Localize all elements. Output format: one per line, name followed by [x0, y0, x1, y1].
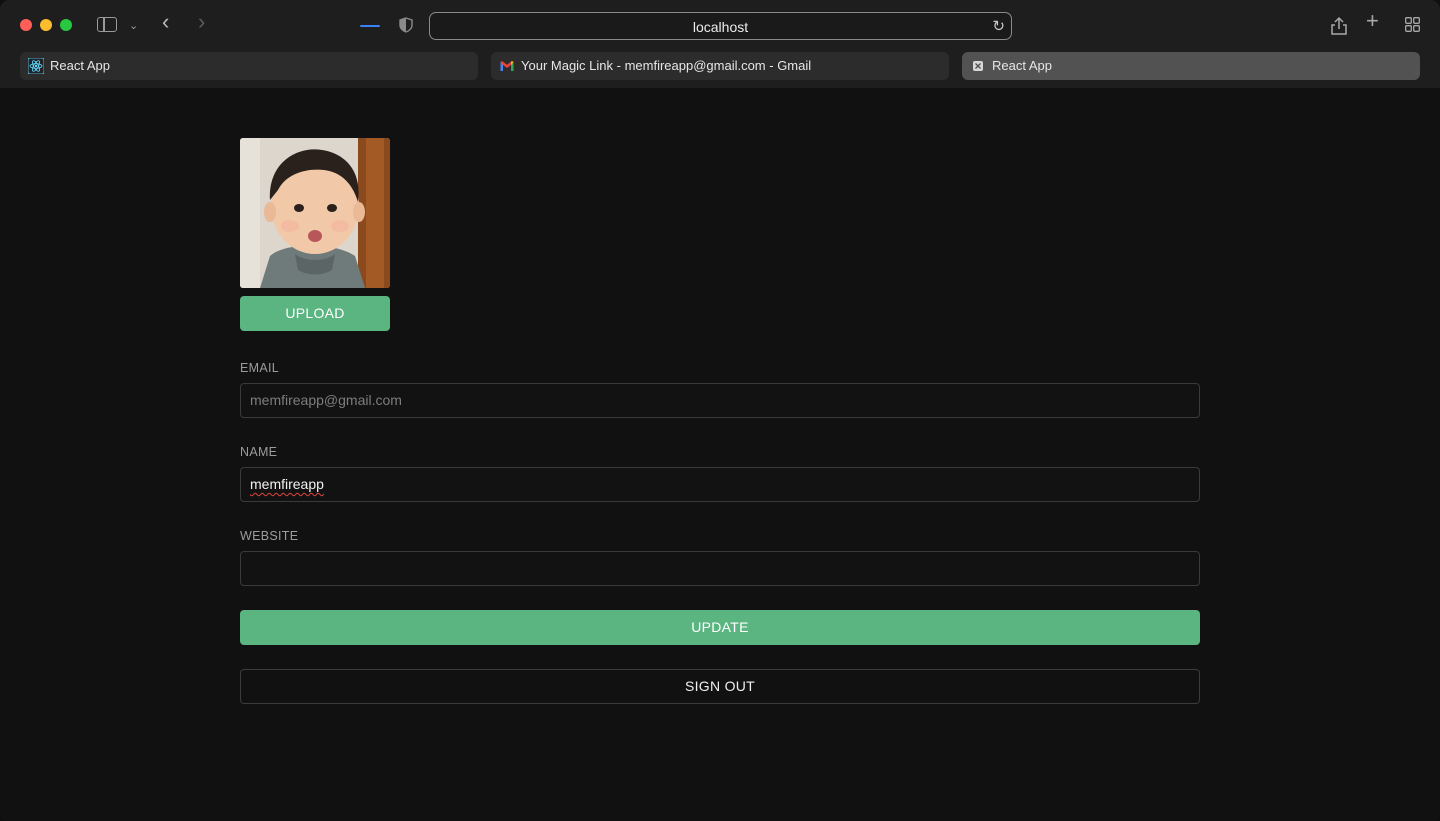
- react-icon: [27, 57, 45, 75]
- avatar: [240, 138, 390, 288]
- page-load-indicator: [360, 25, 380, 27]
- chevron-down-icon[interactable]: ⌄: [129, 18, 138, 34]
- child-photo-icon: [240, 138, 390, 288]
- sidebar-toggle-icon[interactable]: [97, 17, 117, 32]
- minimize-window-button[interactable]: [40, 19, 52, 31]
- name-value: memfireapp: [250, 476, 324, 492]
- back-arrow-icon[interactable]: ‹: [162, 11, 169, 33]
- reload-icon[interactable]: ↻: [992, 17, 1005, 35]
- tab-react-app-active[interactable]: React App: [962, 52, 1420, 80]
- email-field[interactable]: memfireapp@gmail.com: [240, 383, 1200, 418]
- address-bar[interactable]: localhost ↻: [429, 12, 1012, 40]
- gmail-icon: [499, 58, 515, 74]
- new-tab-icon[interactable]: +: [1366, 10, 1379, 32]
- close-icon[interactable]: [970, 58, 986, 74]
- page-content: UPLOAD EMAIL memfireapp@gmail.com NAME m…: [0, 88, 1440, 821]
- update-button[interactable]: UPDATE: [240, 610, 1200, 645]
- forward-arrow-icon[interactable]: ›: [198, 11, 205, 33]
- privacy-shield-icon[interactable]: [399, 17, 413, 33]
- website-field[interactable]: [240, 551, 1200, 586]
- tab-label: Your Magic Link - memfireapp@gmail.com -…: [521, 58, 812, 73]
- tab-bar: React App Your Magic Link - memfireapp@g…: [0, 52, 1440, 88]
- name-field[interactable]: memfireapp: [240, 467, 1200, 502]
- tab-overview-icon[interactable]: [1405, 17, 1420, 32]
- website-label: WEBSITE: [240, 529, 299, 543]
- tab-label: React App: [992, 58, 1052, 73]
- tab-react-app-1[interactable]: React App: [20, 52, 478, 80]
- browser-window: ⌄ ‹ › localhost ↻ + React App Your Magic…: [0, 0, 1440, 821]
- tab-label: React App: [50, 58, 110, 73]
- name-label: NAME: [240, 445, 278, 459]
- sign-out-button[interactable]: SIGN OUT: [240, 669, 1200, 704]
- url-text: localhost: [692, 19, 749, 35]
- tab-gmail[interactable]: Your Magic Link - memfireapp@gmail.com -…: [491, 52, 949, 80]
- browser-toolbar: ⌄ ‹ › localhost ↻ +: [0, 0, 1440, 52]
- close-window-button[interactable]: [20, 19, 32, 31]
- upload-button[interactable]: UPLOAD: [240, 296, 390, 331]
- fullscreen-window-button[interactable]: [60, 19, 72, 31]
- email-label: EMAIL: [240, 361, 280, 375]
- share-icon[interactable]: [1330, 16, 1348, 40]
